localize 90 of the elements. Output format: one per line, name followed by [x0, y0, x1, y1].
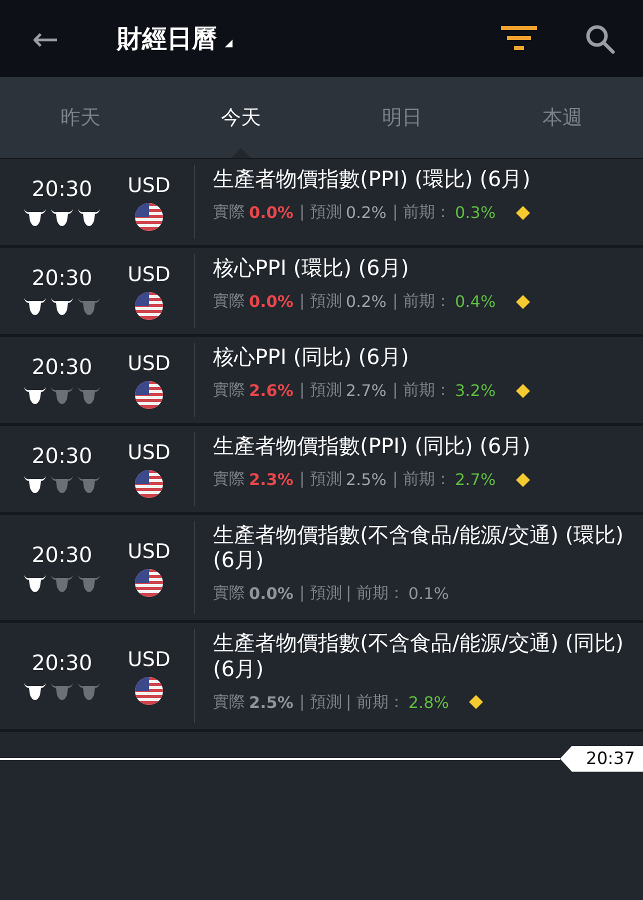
forecast-label: | 預測 — [299, 380, 342, 402]
forecast-label: | 預測 — [299, 583, 342, 604]
back-button[interactable]: ← — [32, 22, 59, 54]
bull-icon — [77, 385, 101, 405]
actual-label: 實際 — [213, 202, 245, 224]
previous-label: | 前期： — [392, 291, 451, 312]
previous-value: 0.4% — [455, 292, 496, 312]
event-time: 20:30 — [32, 444, 92, 468]
forecast-value: 0.2% — [346, 203, 387, 222]
event-time: 20:30 — [32, 266, 92, 290]
event-title: 生產者物價指數(不含食品/能源/交通) (環比) (6月) — [213, 523, 625, 574]
currency-code: USD — [128, 173, 170, 197]
previous-label: | 前期： — [346, 692, 404, 713]
currency-code: USD — [128, 538, 170, 563]
bull-icon — [23, 681, 47, 702]
previous-value: 3.2% — [455, 381, 496, 400]
forecast-label: | 預測 — [299, 291, 342, 312]
currency-code: USD — [128, 351, 170, 375]
previous-value: 0.3% — [455, 203, 496, 222]
previous-value: 2.8% — [408, 692, 449, 712]
forecast-label: | 預測 — [299, 469, 342, 490]
bull-icon — [23, 385, 47, 405]
flag-icon — [135, 292, 163, 320]
forecast-label: | 預測 — [299, 692, 342, 713]
search-icon[interactable] — [585, 24, 615, 54]
actual-label: 實際 — [213, 380, 245, 402]
event-time: 20:30 — [32, 542, 92, 567]
forecast-value: 0.2% — [346, 292, 387, 312]
previous-label: | 前期： — [392, 202, 451, 224]
current-time-marker: 20:37 — [560, 746, 643, 772]
event-title: 核心PPI (同比) (6月) — [213, 345, 410, 370]
dropdown-caret[interactable]: ◢ — [224, 38, 233, 49]
bull-icon — [23, 207, 47, 227]
event-time: 20:30 — [32, 651, 92, 676]
event-time: 20:30 — [32, 355, 92, 379]
event-title: 核心PPI (環比) (6月) — [213, 256, 410, 282]
event-time: 20:30 — [32, 177, 92, 201]
actual-value: 2.3% — [249, 470, 294, 490]
tab[interactable]: 今天 — [160, 77, 322, 158]
event-title: 生產者物價指數(PPI) (環比) (6月) — [213, 167, 532, 192]
currency-code: USD — [128, 262, 170, 286]
bull-icon — [77, 296, 101, 316]
currency-code: USD — [128, 440, 170, 464]
event-row[interactable]: 20:30 USD 生產者物價指數(PPI) (同比) (6月) 實際 2.3% | 預測 2.5% | 前期： 2.7% — [0, 426, 643, 515]
event-row[interactable]: 20:30 USD 生產者物價指數(不含食品/能源/交通) (同比) (6月) 實際 2.5% | 預測 | 前期： 2.8% — [0, 623, 643, 732]
actual-label: 實際 — [213, 291, 245, 312]
actual-value: 0.0% — [249, 292, 294, 312]
bull-icon — [23, 296, 47, 316]
actual-value: 0.0% — [249, 584, 294, 604]
currency-code: USD — [128, 647, 170, 672]
flag-icon — [135, 677, 163, 706]
previous-value: 2.7% — [455, 470, 496, 490]
previous-label: | 前期： — [392, 380, 451, 402]
actual-label: 實際 — [213, 692, 245, 713]
page-title[interactable]: 財經日曆 — [116, 22, 217, 55]
actual-value: 2.6% — [249, 381, 294, 400]
pointer-icon — [231, 148, 252, 158]
bull-icon — [77, 207, 101, 227]
actual-value: 0.0% — [249, 203, 294, 222]
bull-icon — [77, 474, 101, 494]
bull-icon — [50, 207, 74, 227]
bull-icon — [50, 296, 74, 316]
previous-label: | 前期： — [346, 583, 404, 604]
bull-icon — [50, 572, 74, 593]
bull-icon — [50, 474, 74, 494]
actual-label: 實際 — [213, 583, 245, 604]
bull-icon — [50, 385, 74, 405]
previous-label: | 前期： — [392, 469, 451, 490]
event-row[interactable]: 20:30 USD 生產者物價指數(不含食品/能源/交通) (環比) (6月) 實際 0.0% | 預測 | 前期： 0.1% — [0, 515, 643, 624]
event-title: 生產者物價指數(不含食品/能源/交通) (同比) (6月) — [213, 631, 625, 682]
bull-icon — [77, 681, 101, 702]
bull-icon — [23, 572, 47, 593]
actual-value: 2.5% — [249, 692, 294, 712]
flag-icon — [135, 470, 163, 498]
forecast-value: 2.7% — [346, 381, 387, 400]
flag-icon — [135, 381, 163, 409]
filter-icon[interactable] — [501, 26, 537, 52]
actual-label: 實際 — [213, 469, 245, 490]
bull-icon — [23, 474, 47, 494]
forecast-label: | 預測 — [299, 202, 342, 224]
bull-icon — [77, 572, 101, 593]
forecast-value: 2.5% — [346, 470, 387, 490]
previous-value: 0.1% — [408, 584, 449, 604]
bull-icon — [50, 681, 74, 702]
flag-icon — [135, 203, 163, 231]
flag-icon — [135, 568, 163, 597]
event-row[interactable]: 20:30 USD 生產者物價指數(PPI) (環比) (6月) 實際 0.0% | 預測 0.2% | 前期： 0.3% — [0, 159, 643, 248]
event-row[interactable]: 20:30 USD 核心PPI (同比) (6月) 實際 2.6% | 預測 2.7% | 前期： 3.2% — [0, 337, 643, 426]
event-title: 生產者物價指數(PPI) (同比) (6月) — [213, 434, 532, 460]
event-row[interactable]: 20:30 USD 核心PPI (環比) (6月) 實際 0.0% | 預測 0.2% | 前期： 0.4% — [0, 248, 643, 337]
